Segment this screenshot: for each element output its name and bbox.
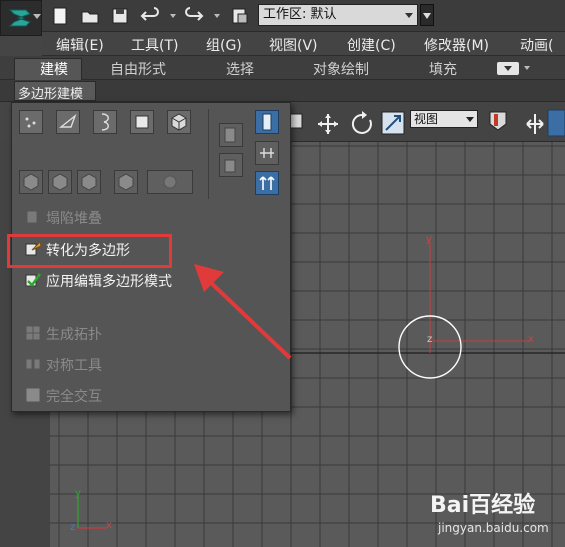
- show-end-result-button[interactable]: [255, 110, 279, 134]
- ribbon-options-button[interactable]: [497, 62, 519, 75]
- view-select-value: 视图: [414, 112, 439, 126]
- polygon-level-button[interactable]: [130, 110, 154, 134]
- align-icon: [547, 109, 565, 137]
- chevron-down-icon[interactable]: [524, 66, 530, 70]
- scale-icon: [381, 111, 405, 135]
- menu-views[interactable]: 视图(V): [269, 35, 318, 55]
- stack-navigation-button[interactable]: [255, 171, 279, 195]
- workspace-dropdown[interactable]: 工作区: 默认: [258, 4, 418, 26]
- redo-icon[interactable]: [184, 6, 204, 26]
- symmetry-tools-icon: [25, 358, 41, 370]
- tab-object-paint[interactable]: 对象绘制: [313, 59, 369, 79]
- apply-edit-poly-command[interactable]: 应用编辑多边形模式: [18, 269, 218, 291]
- circle-grey-icon: [163, 175, 177, 189]
- cube-grey-icon: [23, 173, 39, 191]
- panel-divider: [208, 109, 209, 199]
- border-level-button[interactable]: [93, 110, 117, 134]
- menu-group[interactable]: 组(G): [206, 35, 242, 55]
- preview-off-button[interactable]: [19, 170, 43, 194]
- symmetry-tools-label: 对称工具: [46, 358, 102, 374]
- undo-icon[interactable]: [140, 6, 160, 26]
- edge-level-button[interactable]: [56, 110, 80, 134]
- baidu-watermark: Bai百经验 jingyan.baidu.com: [430, 487, 565, 547]
- pin-button[interactable]: [255, 141, 279, 165]
- element-level-button[interactable]: [167, 110, 191, 134]
- gizmo-label-y: y: [75, 488, 81, 499]
- stack-up-icon: [259, 176, 275, 190]
- collapse-stack-command[interactable]: 塌陷堆叠: [18, 206, 218, 228]
- full-interactivity-checkbox[interactable]: [24, 386, 42, 404]
- apply-edit-poly-label: 应用编辑多边形模式: [46, 274, 172, 290]
- ring-loop-button[interactable]: [147, 170, 193, 194]
- watermark-url: jingyan.baidu.com: [438, 521, 549, 535]
- ribbon-tab-strip: [0, 56, 565, 80]
- open-folder-icon[interactable]: [80, 6, 100, 26]
- reference-coordinate-dropdown[interactable]: 视图: [410, 110, 478, 128]
- app-logo-icon: [8, 9, 31, 27]
- annotation-highlight-box: [7, 234, 172, 268]
- pin-stack-button[interactable]: [219, 153, 243, 177]
- menu-tools[interactable]: 工具(T): [131, 35, 178, 55]
- project-folder-icon[interactable]: [230, 6, 250, 26]
- mirror-icon: [526, 114, 544, 134]
- generate-topology-command[interactable]: 生成拓扑: [18, 322, 218, 344]
- workspace-label: 工作区: 默认: [263, 7, 337, 22]
- generate-topology-label: 生成拓扑: [46, 327, 102, 343]
- tab-modeling[interactable]: 建模: [40, 59, 68, 79]
- apply-edit-poly-icon: [25, 273, 41, 287]
- modify-mode-icon: [224, 127, 236, 143]
- tab-freeform[interactable]: 自由形式: [110, 59, 166, 79]
- generate-topology-icon: [25, 325, 41, 341]
- rotate-icon: [351, 111, 372, 134]
- chevron-down-icon: [466, 117, 474, 122]
- cube-grey-icon: [118, 173, 134, 191]
- cube-grey-icon: [81, 173, 97, 191]
- menu-bar: 编辑(E) 工具(T) 组(G) 视图(V) 创建(C) 修改器(M) 动画(: [42, 32, 565, 56]
- menu-modifiers[interactable]: 修改器(M): [424, 35, 489, 55]
- chevron-down-icon: [405, 13, 413, 18]
- pin-icon: [260, 148, 274, 158]
- collapse-stack-icon: [26, 210, 38, 224]
- app-menu-button[interactable]: [0, 0, 42, 36]
- chevron-down-icon: [33, 14, 41, 19]
- undo-dropdown-icon[interactable]: [170, 14, 176, 18]
- redo-dropdown-icon[interactable]: [214, 14, 220, 18]
- full-interactivity-command[interactable]: 完全交互: [18, 384, 218, 406]
- show-end-result-icon: [262, 113, 272, 131]
- annotation-arrow: [194, 264, 292, 360]
- menu-animation[interactable]: 动画(: [520, 35, 553, 55]
- gizmo-label-z: z: [70, 522, 76, 533]
- symmetry-tools-command[interactable]: 对称工具: [18, 353, 218, 375]
- gizmo-label-x: x: [106, 520, 112, 531]
- modify-mode-button[interactable]: [219, 123, 243, 147]
- menu-edit[interactable]: 编辑(E): [56, 35, 104, 55]
- preview-subobject-button[interactable]: [48, 170, 72, 194]
- collapse-stack-label: 塌陷堆叠: [46, 211, 102, 227]
- cube-grey-icon: [52, 173, 68, 191]
- border-icon: [101, 113, 109, 131]
- watermark-brand: Bai百经验: [430, 493, 536, 518]
- preview-multi-button[interactable]: [77, 170, 101, 194]
- tab-selection[interactable]: 选择: [226, 59, 254, 79]
- vertex-level-button[interactable]: [19, 110, 43, 134]
- ignore-backfacing-button[interactable]: [114, 170, 138, 194]
- select-object-icon: [289, 113, 303, 129]
- tab-populate[interactable]: 填充: [429, 59, 457, 79]
- pin-stack-icon: [224, 159, 236, 173]
- move-icon: [318, 114, 338, 134]
- menu-create[interactable]: 创建(C): [347, 35, 396, 55]
- toolbar-overflow-button[interactable]: [420, 4, 434, 26]
- vertex-icon: [25, 117, 36, 128]
- full-interactivity-label: 完全交互: [46, 389, 102, 405]
- new-file-icon[interactable]: [50, 6, 70, 26]
- save-icon[interactable]: [110, 6, 130, 26]
- axis-label-z: z: [427, 334, 433, 345]
- snap-icon: [489, 111, 507, 131]
- element-icon: [171, 113, 187, 131]
- axis-label-x: x: [528, 334, 534, 345]
- edge-icon: [58, 113, 77, 128]
- polygon-modeling-panel-title[interactable]: 多边形建模: [14, 81, 96, 102]
- axis-label-y: y: [426, 234, 432, 245]
- polygon-icon: [135, 115, 149, 129]
